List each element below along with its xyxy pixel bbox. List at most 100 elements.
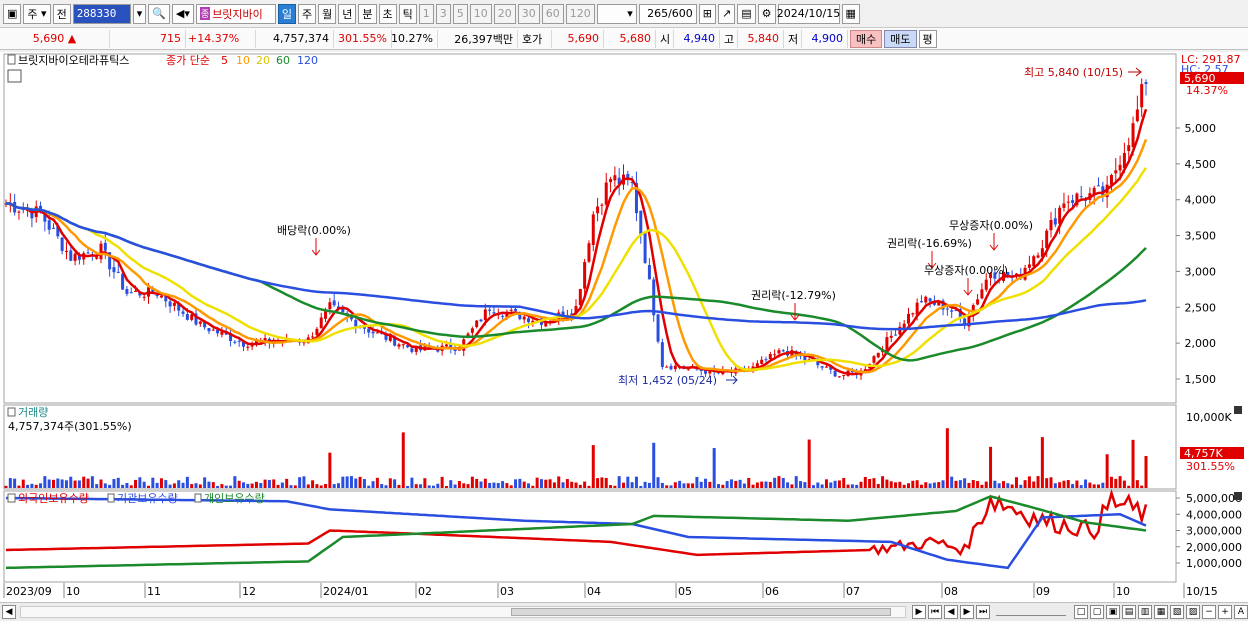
chart-type-icon[interactable]: ⊞	[698, 3, 716, 24]
candle-body	[142, 296, 146, 298]
candle-body	[583, 261, 587, 289]
volume-bar	[596, 478, 600, 488]
font-size-icon[interactable]: A	[1234, 605, 1248, 619]
interval-dropdown[interactable]: ▾	[596, 3, 637, 24]
volume-bar	[311, 480, 315, 488]
volume-bar	[164, 480, 168, 488]
prev-button[interactable]: 전	[52, 3, 71, 24]
volume-bar	[773, 477, 777, 488]
zoom-out-icon[interactable]: −	[1202, 605, 1216, 619]
layout-icon[interactable]: ▣	[3, 3, 22, 24]
scroll-right-icon[interactable]: ▶	[912, 605, 926, 619]
stock-name-field[interactable]: 종 브릿지바이	[195, 3, 276, 24]
scroll-left-icon[interactable]: ◀	[2, 605, 16, 619]
view-icon-2[interactable]: ▢	[1090, 605, 1104, 619]
last-page-icon[interactable]: ⏭	[976, 605, 990, 619]
candle-body	[673, 365, 677, 370]
candle-body	[1079, 196, 1083, 198]
candle-body	[1109, 175, 1113, 185]
panel-toggle-icon[interactable]	[7, 54, 16, 65]
period-day-button[interactable]: 일	[277, 3, 297, 24]
interval-30-button[interactable]: 30	[517, 3, 540, 24]
interval-1-button[interactable]: 1	[418, 3, 434, 24]
next-page-icon[interactable]: ▶	[960, 605, 974, 619]
view-icon-4[interactable]: ▤	[1122, 605, 1136, 619]
date-field[interactable]: 2024/10/15	[777, 3, 840, 24]
bottom-scrollbar[interactable]: ◀ ▶ ⏮ ◀ ▶ ⏭ □ ▢ ▣ ▤ ▥ ▦ ▧ ▨ − + A	[0, 602, 1248, 621]
volume-bar	[501, 481, 505, 488]
view-icon-8[interactable]: ▨	[1186, 605, 1200, 619]
interval-120-button[interactable]: 120	[565, 3, 595, 24]
interval-3-button[interactable]: 3	[435, 3, 451, 24]
period-minute-button[interactable]: 분	[358, 3, 377, 24]
volume-bar	[980, 484, 984, 488]
candle-body	[1071, 200, 1075, 203]
volume-bar	[509, 485, 513, 488]
period-tick-button[interactable]: 틱	[398, 3, 417, 24]
zoom-slider[interactable]	[996, 608, 1066, 616]
volume-bar	[272, 479, 276, 488]
volume-bar	[185, 476, 189, 488]
view-icon-5[interactable]: ▥	[1138, 605, 1152, 619]
draw-tool-icon[interactable]: ↗	[718, 3, 736, 24]
table-icon[interactable]	[7, 69, 22, 83]
buy-button[interactable]: 매수	[850, 29, 883, 48]
candle-body	[129, 292, 133, 294]
interval-20-button[interactable]: 20	[493, 3, 516, 24]
volume-bar	[976, 481, 980, 488]
volume-bar	[1135, 480, 1139, 488]
gear-icon[interactable]: ⚙	[757, 3, 776, 24]
volume-bar	[220, 484, 224, 488]
speaker-icon[interactable]: ◀▾	[171, 3, 194, 24]
volume-toggle-icon[interactable]	[7, 407, 16, 417]
stock-code-input[interactable]: 288330	[72, 3, 131, 24]
stock-chart-svg[interactable]: 5,000 4,500 4,000 3,500 3,000 2,500 2,000 1,500…	[0, 52, 1248, 605]
prev-page-icon[interactable]: ◀	[944, 605, 958, 619]
bonus2-annotation: 무상증자(0.00%)	[924, 264, 1008, 277]
x-tick-label: 04	[587, 585, 601, 598]
volume-bar	[794, 476, 798, 488]
period-month-button[interactable]: 월	[318, 3, 337, 24]
chart-area[interactable]: 5,000 4,500 4,000 3,500 3,000 2,500 2,000 1,500…	[0, 52, 1248, 605]
candle-body	[47, 220, 51, 230]
first-page-icon[interactable]: ⏮	[928, 605, 942, 619]
candle-body	[134, 290, 138, 292]
view-icon-1[interactable]: □	[1074, 605, 1088, 619]
sell-button[interactable]: 매도	[884, 29, 917, 48]
count-field[interactable]: 265/600	[638, 3, 697, 24]
holders-toggle-icon[interactable]	[7, 493, 16, 503]
view-icon-6[interactable]: ▦	[1154, 605, 1168, 619]
scroll-track[interactable]	[20, 606, 906, 618]
volume-bar	[263, 479, 267, 488]
search-icon[interactable]: 🔍	[148, 3, 170, 24]
scroll-thumb[interactable]	[511, 608, 891, 616]
candle-body	[1135, 109, 1139, 122]
interval-5-button[interactable]: 5	[452, 3, 468, 24]
code-dropdown-icon[interactable]: ▾	[132, 3, 147, 24]
price-tick-label: 5,000	[1185, 122, 1217, 135]
view-mode-select[interactable]: 주 ▾	[23, 3, 51, 24]
interval-60-button[interactable]: 60	[541, 3, 564, 24]
interval-10-button[interactable]: 10	[469, 3, 492, 24]
zoom-in-icon[interactable]: +	[1218, 605, 1232, 619]
volume-bar	[803, 482, 807, 488]
calendar-icon[interactable]: ▦	[841, 3, 860, 24]
holders-close-icon[interactable]	[1234, 492, 1242, 500]
avg-button[interactable]: 평	[918, 29, 937, 48]
candle-body	[125, 289, 129, 294]
candle-body	[514, 308, 518, 311]
candle-body	[155, 294, 159, 297]
volume-bar	[1032, 481, 1036, 488]
view-icon-3[interactable]: ▣	[1106, 605, 1120, 619]
period-week-button[interactable]: 주	[298, 3, 317, 24]
volume-close-icon[interactable]	[1234, 406, 1242, 414]
save-icon[interactable]: ▤	[737, 3, 756, 24]
period-second-button[interactable]: 초	[378, 3, 397, 24]
y-axis-labels: 5,000 4,500 4,000 3,500 3,000 2,500 2,000 1,500…	[1176, 122, 1242, 570]
view-icon-7[interactable]: ▧	[1170, 605, 1184, 619]
volume-bar	[1071, 484, 1075, 488]
volume-bar	[699, 481, 703, 488]
period-year-button[interactable]: 년	[338, 3, 357, 24]
volume-bar	[224, 485, 228, 488]
low-label: 저	[784, 29, 802, 48]
